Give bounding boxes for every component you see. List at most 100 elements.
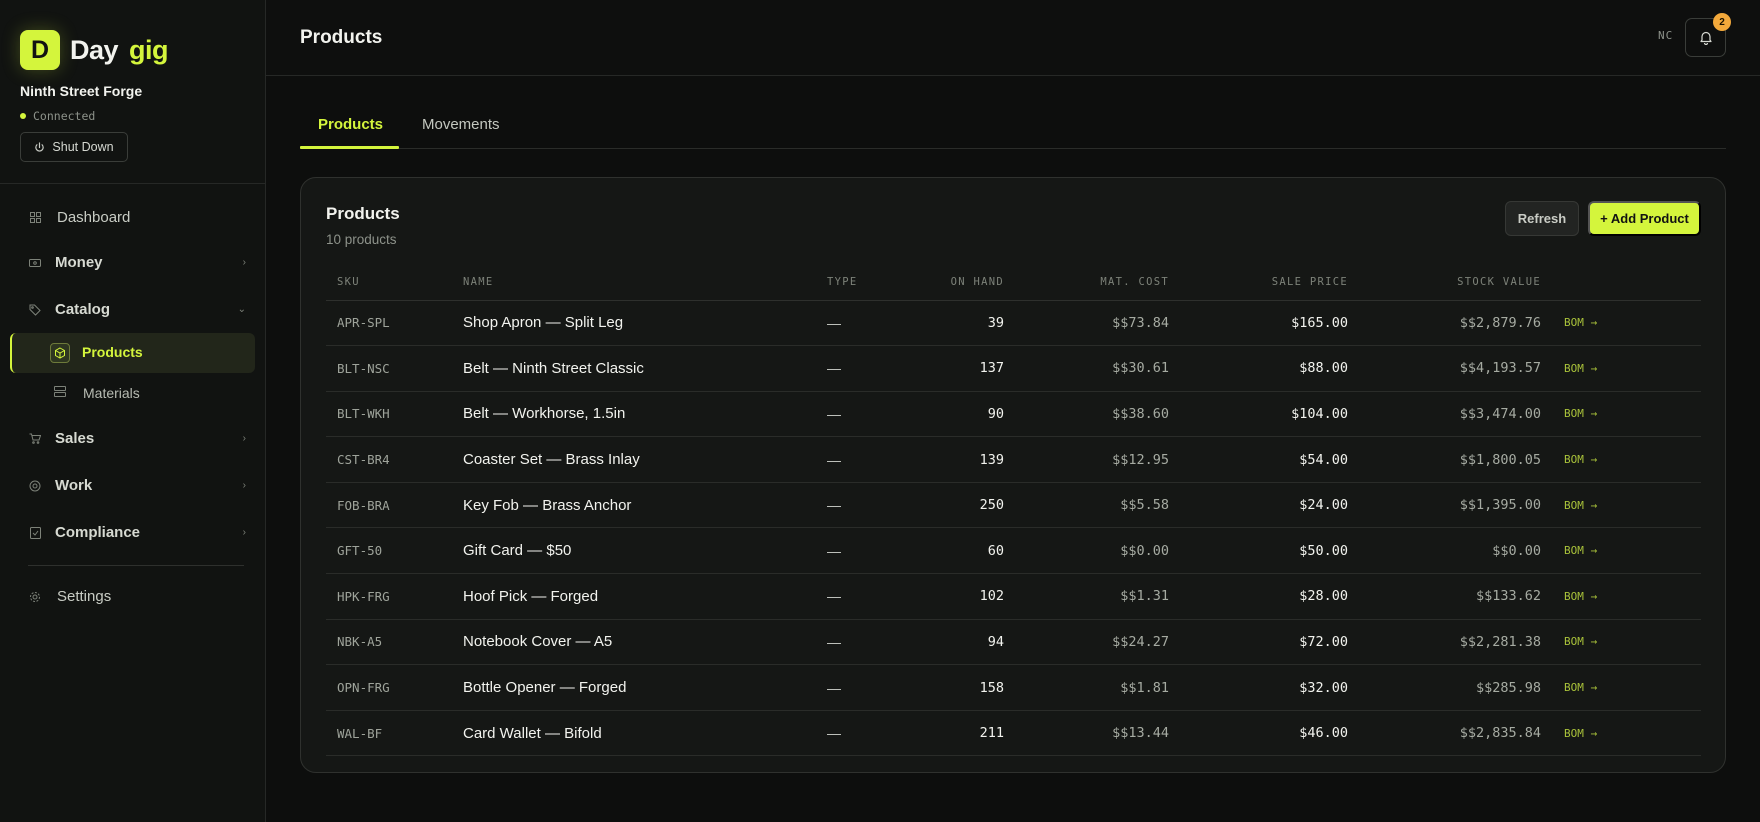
column-header-sku[interactable]: SKU: [326, 264, 463, 301]
cell-mat-cost: $$1.31: [1004, 573, 1169, 620]
cell-type: —: [827, 619, 921, 666]
sidebar-subitem-materials[interactable]: Materials: [54, 384, 140, 402]
table-row[interactable]: GFT-50 Gift Card — $50 — 60 $$0.00 $50.0…: [326, 527, 1701, 575]
cell-name: Card Wallet — Bifold: [463, 710, 827, 757]
cell-name: Belt — Ninth Street Classic: [463, 345, 827, 392]
chevron-right-icon: ›: [242, 480, 246, 491]
cell-sale-price: $46.00: [1169, 710, 1348, 757]
tab-movements[interactable]: Movements: [422, 116, 500, 133]
sidebar-item-compliance[interactable]: Compliance ›: [28, 524, 246, 541]
column-header-sale-price[interactable]: SALE PRICE: [1169, 264, 1348, 301]
bell-icon: [1699, 31, 1712, 45]
connection-status: Connected: [20, 109, 95, 123]
cell-on-hand: 137: [921, 345, 1004, 392]
cell-sku: BLT-WKH: [326, 391, 463, 438]
cell-stock-value: $$4,193.57: [1348, 345, 1541, 392]
cell-stock-value: $$1,395.00: [1348, 482, 1541, 529]
table-header-row: SKU NAME TYPE ON HAND MAT. COST SALE PRI…: [326, 264, 1701, 301]
cell-sale-price: $32.00: [1169, 664, 1348, 711]
gear-icon: [28, 590, 42, 604]
bom-link[interactable]: BOM →: [1541, 391, 1701, 438]
cell-name: Key Fob — Brass Anchor: [463, 482, 827, 529]
table-row[interactable]: OPN-FRG Bottle Opener — Forged — 158 $$1…: [326, 664, 1701, 711]
bom-link[interactable]: BOM →: [1541, 710, 1701, 757]
cell-sku: FOB-BRA: [326, 482, 463, 529]
status-dot-icon: [20, 113, 26, 119]
cell-type: —: [827, 710, 921, 757]
sidebar-item-label: Money: [55, 254, 103, 271]
cell-name: Gift Card — $50: [463, 527, 827, 575]
tag-icon: [28, 303, 42, 317]
cell-name: Shop Apron — Split Leg: [463, 300, 827, 347]
sidebar-item-settings[interactable]: Settings: [28, 588, 246, 605]
power-icon: [35, 141, 45, 152]
bom-link[interactable]: BOM →: [1541, 573, 1701, 620]
table-row[interactable]: BLT-WKH Belt — Workhorse, 1.5in — 90 $$3…: [326, 391, 1701, 438]
sidebar-item-label: Catalog: [55, 301, 111, 318]
cell-mat-cost: $$5.58: [1004, 482, 1169, 529]
cell-name: Belt — Workhorse, 1.5in: [463, 391, 827, 438]
cell-mat-cost: $$12.95: [1004, 436, 1169, 483]
cell-type: —: [827, 391, 921, 438]
sidebar-subitem-label: Products: [82, 344, 143, 360]
cell-on-hand: 102: [921, 573, 1004, 620]
cell-sale-price: $165.00: [1169, 300, 1348, 347]
sidebar-item-dashboard[interactable]: Dashboard: [28, 209, 246, 226]
table-row[interactable]: WAL-BF Card Wallet — Bifold — 211 $$13.4…: [326, 710, 1701, 757]
column-header-on-hand[interactable]: ON HAND: [921, 264, 1004, 301]
sidebar-item-money[interactable]: Money ›: [28, 254, 246, 271]
cell-stock-value: $$2,835.84: [1348, 710, 1541, 757]
cell-name: Coaster Set — Brass Inlay: [463, 436, 827, 483]
sidebar-item-label: Dashboard: [57, 209, 131, 226]
brand[interactable]: D Day gig: [20, 30, 169, 70]
bom-link[interactable]: BOM →: [1541, 436, 1701, 483]
cell-sku: BLT-NSC: [326, 345, 463, 392]
cell-type: —: [827, 664, 921, 711]
sidebar-subitem-products[interactable]: Products: [10, 333, 255, 373]
cell-stock-value: $$2,879.76: [1348, 300, 1541, 347]
cell-on-hand: 139: [921, 436, 1004, 483]
bom-link[interactable]: BOM →: [1541, 664, 1701, 711]
connection-status-label: Connected: [33, 109, 96, 123]
sidebar-item-label: Work: [55, 477, 93, 494]
table-row[interactable]: FOB-BRA Key Fob — Brass Anchor — 250 $$5…: [326, 482, 1701, 529]
cell-stock-value: $$3,474.00: [1348, 391, 1541, 438]
bom-link[interactable]: BOM →: [1541, 345, 1701, 392]
chevron-right-icon: ›: [242, 257, 246, 268]
cell-sale-price: $54.00: [1169, 436, 1348, 483]
card-title: Products: [326, 204, 400, 223]
tab-products[interactable]: Products: [318, 116, 383, 133]
table-row[interactable]: NBK-A5 Notebook Cover — A5 — 94 $$24.27 …: [326, 619, 1701, 666]
table-row[interactable]: BLT-NSC Belt — Ninth Street Classic — 13…: [326, 345, 1701, 392]
column-header-stock-value[interactable]: STOCK VALUE: [1348, 264, 1541, 301]
bom-link[interactable]: BOM →: [1541, 300, 1701, 347]
cell-sku: WAL-BF: [326, 710, 463, 757]
products-card: Products 10 products Refresh + Add Produ…: [300, 177, 1726, 773]
sidebar-item-work[interactable]: Work ›: [28, 477, 246, 494]
table-row[interactable]: APR-SPL Shop Apron — Split Leg — 39 $$73…: [326, 300, 1701, 347]
add-product-button[interactable]: + Add Product: [1588, 201, 1701, 236]
cell-on-hand: 158: [921, 664, 1004, 711]
chevron-down-icon: ⌄: [237, 304, 246, 315]
bom-link[interactable]: BOM →: [1541, 527, 1701, 575]
table-row[interactable]: CST-BR4 Coaster Set — Brass Inlay — 139 …: [326, 436, 1701, 483]
column-header-mat-cost[interactable]: MAT. COST: [1004, 264, 1169, 301]
cart-icon: [28, 432, 42, 446]
cell-type: —: [827, 482, 921, 529]
shutdown-button[interactable]: Shut Down: [20, 132, 128, 162]
product-count: 10 products: [326, 232, 397, 247]
bom-link[interactable]: BOM →: [1541, 482, 1701, 529]
column-header-type[interactable]: TYPE: [827, 264, 921, 301]
cell-sale-price: $72.00: [1169, 619, 1348, 666]
bom-link[interactable]: BOM →: [1541, 619, 1701, 666]
sidebar-item-sales[interactable]: Sales ›: [28, 430, 246, 447]
products-table: SKU NAME TYPE ON HAND MAT. COST SALE PRI…: [326, 264, 1701, 757]
table-row[interactable]: HPK-FRG Hoof Pick — Forged — 102 $$1.31 …: [326, 573, 1701, 620]
user-avatar-initials[interactable]: NC: [1658, 29, 1673, 42]
cell-sku: OPN-FRG: [326, 664, 463, 711]
cell-sale-price: $88.00: [1169, 345, 1348, 392]
column-header-name[interactable]: NAME: [463, 264, 827, 301]
cell-sku: HPK-FRG: [326, 573, 463, 620]
sidebar-item-catalog[interactable]: Catalog ⌄: [28, 301, 246, 318]
refresh-button[interactable]: Refresh: [1505, 201, 1579, 236]
